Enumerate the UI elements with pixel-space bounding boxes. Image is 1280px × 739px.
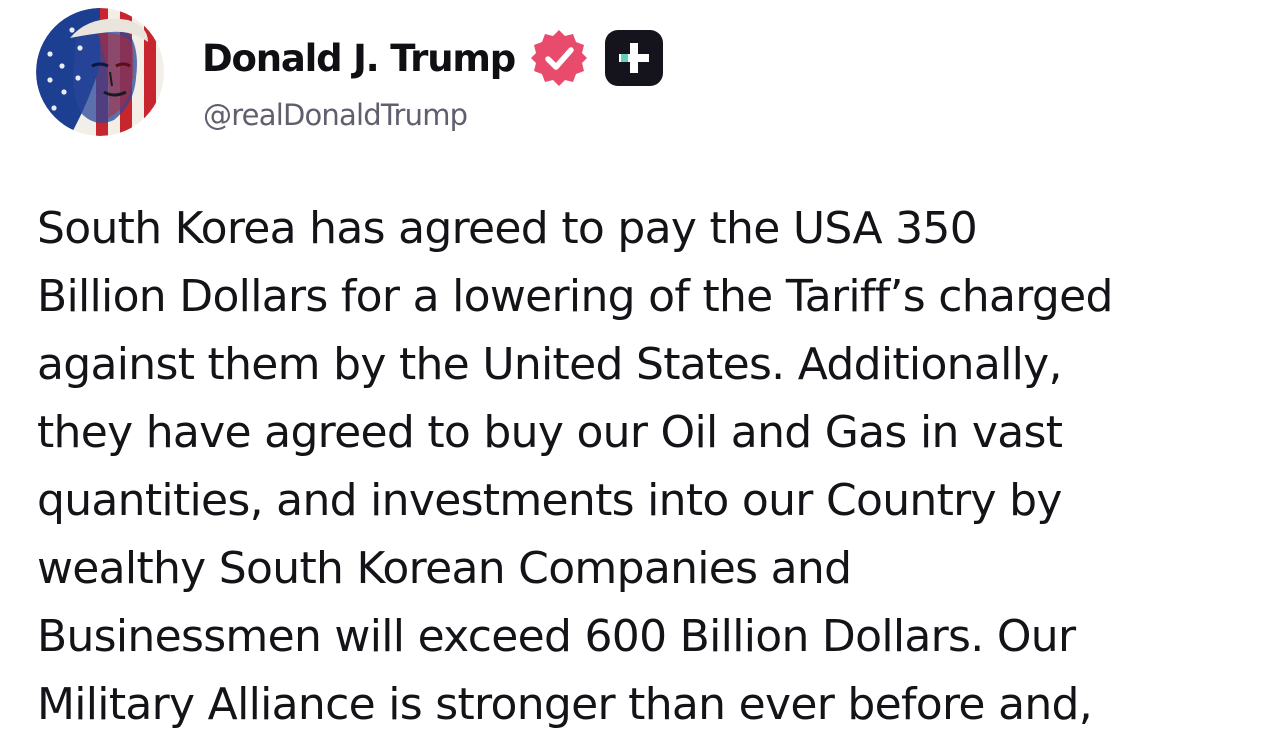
flag-portrait-avatar-icon <box>36 8 164 136</box>
avatar[interactable] <box>36 8 164 136</box>
author-name-row: Donald J. Trump <box>202 28 663 88</box>
post-header: Donald J. Trump @realDonaldTrump <box>36 8 1236 138</box>
truth-post: Donald J. Trump @realDonaldTrump South K… <box>0 0 1280 730</box>
post-text: South Korea has agreed to pay the USA 35… <box>37 203 1113 730</box>
author-display-name[interactable]: Donald J. Trump <box>202 37 516 80</box>
verified-badge-icon <box>529 28 589 88</box>
truth-plus-icon[interactable] <box>605 30 663 86</box>
author-handle[interactable]: @realDonaldTrump <box>203 98 468 132</box>
